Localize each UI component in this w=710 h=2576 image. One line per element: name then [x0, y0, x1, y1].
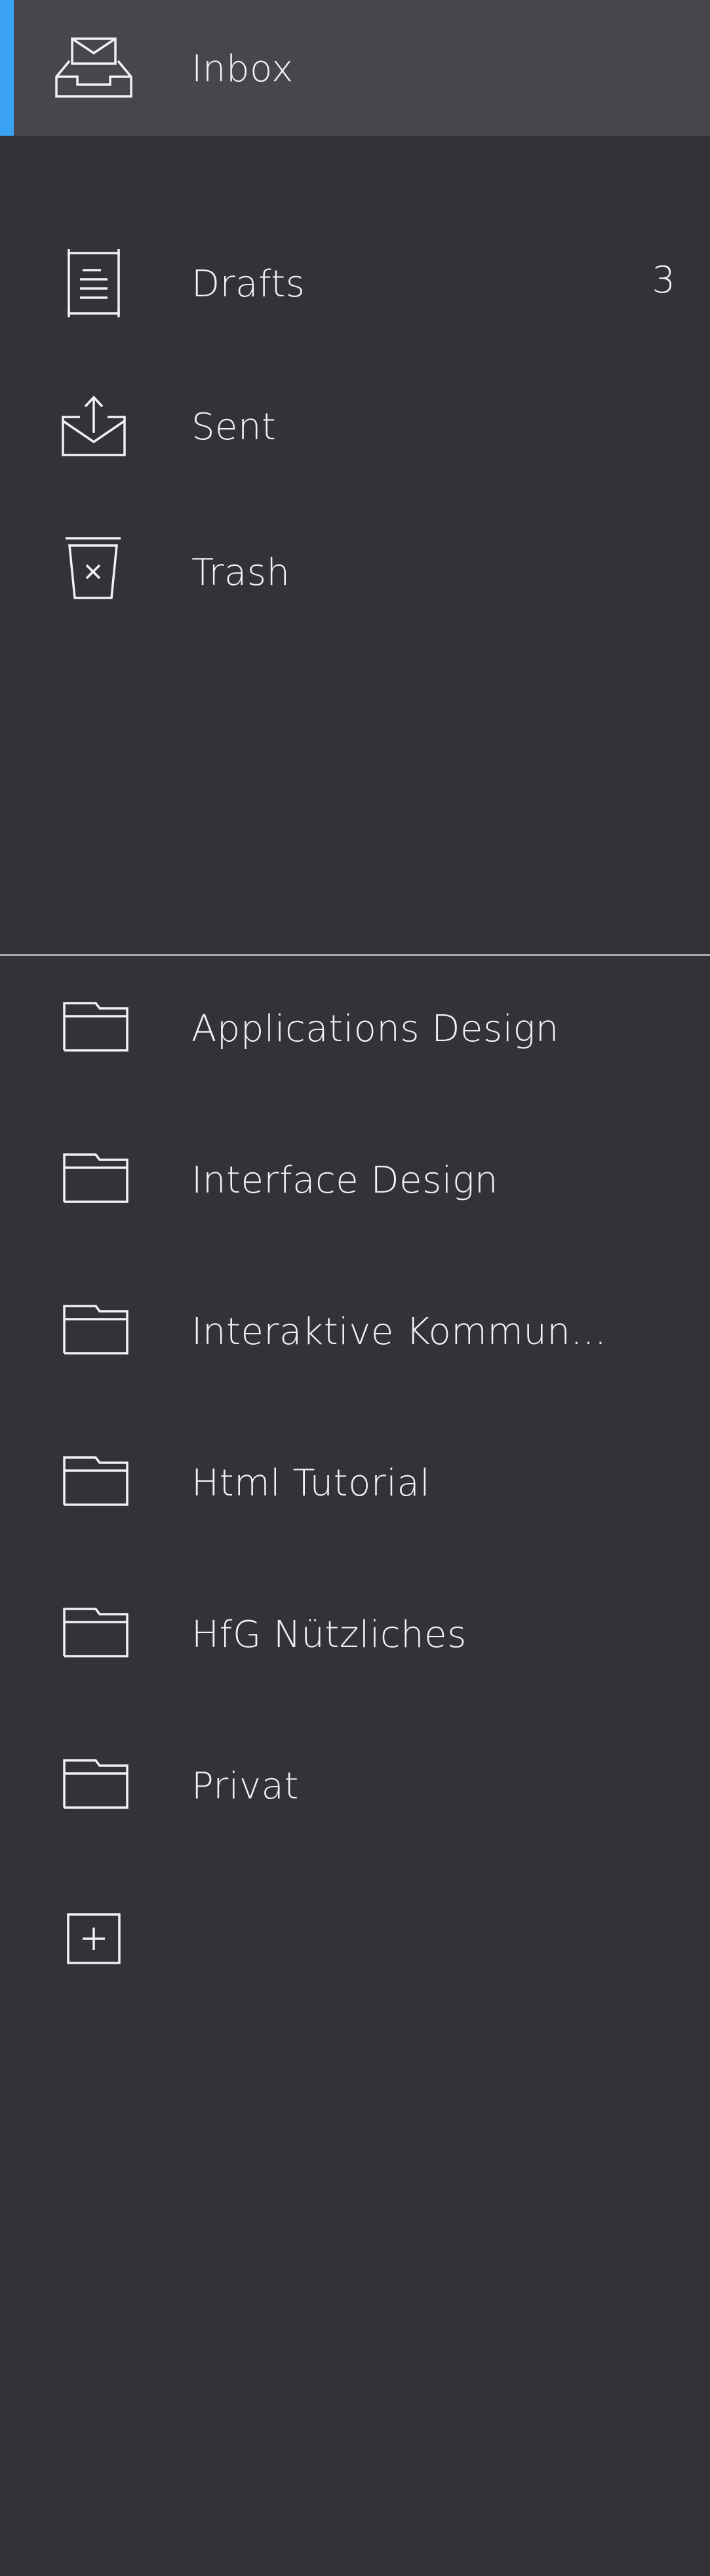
active-indicator [0, 0, 14, 136]
folder-item[interactable]: Privat [0, 1749, 710, 1821]
folder-label: Interface Design [191, 1159, 498, 1202]
sidebar-item-label: Drafts [191, 263, 306, 306]
mail-sidebar: Inbox Drafts 3 Sent Trash Applications D… [0, 0, 710, 2576]
folder-icon [62, 1455, 130, 1507]
folder-item[interactable]: Interaktive Kommun... [0, 1294, 710, 1366]
sidebar-item-trash[interactable]: Trash [0, 535, 710, 611]
folder-label: Applications Design [191, 1008, 559, 1050]
folder-item[interactable]: Applications Design [0, 991, 710, 1063]
folder-icon [62, 1152, 130, 1204]
folder-icon [62, 1758, 130, 1810]
drafts-icon [64, 248, 123, 319]
folder-label: Html Tutorial [191, 1462, 431, 1505]
folder-icon [62, 1303, 130, 1356]
inbox-icon [54, 36, 134, 99]
folder-item[interactable]: HfG Nützliches [0, 1597, 710, 1669]
sidebar-item-label: Trash [191, 551, 290, 594]
trash-icon [64, 535, 123, 601]
folder-label: Interaktive Kommun... [191, 1311, 607, 1353]
folder-icon [62, 1001, 130, 1053]
sidebar-item-label: Inbox [191, 48, 294, 90]
sent-icon [60, 395, 127, 459]
add-folder-icon [66, 1912, 122, 1966]
sidebar-item-drafts[interactable]: Drafts 3 [0, 244, 710, 323]
folder-item[interactable]: Html Tutorial [0, 1446, 710, 1518]
sidebar-item-sent[interactable]: Sent [0, 391, 710, 467]
section-divider [0, 954, 710, 956]
folder-item[interactable]: Interface Design [0, 1143, 710, 1215]
add-folder-button[interactable] [0, 1908, 170, 1973]
folder-icon [62, 1606, 130, 1659]
folder-label: HfG Nützliches [191, 1614, 467, 1656]
drafts-count-badge: 3 [652, 259, 675, 302]
sidebar-item-label: Sent [191, 406, 277, 448]
folder-label: Privat [191, 1765, 299, 1808]
sidebar-item-inbox[interactable]: Inbox [0, 0, 710, 136]
